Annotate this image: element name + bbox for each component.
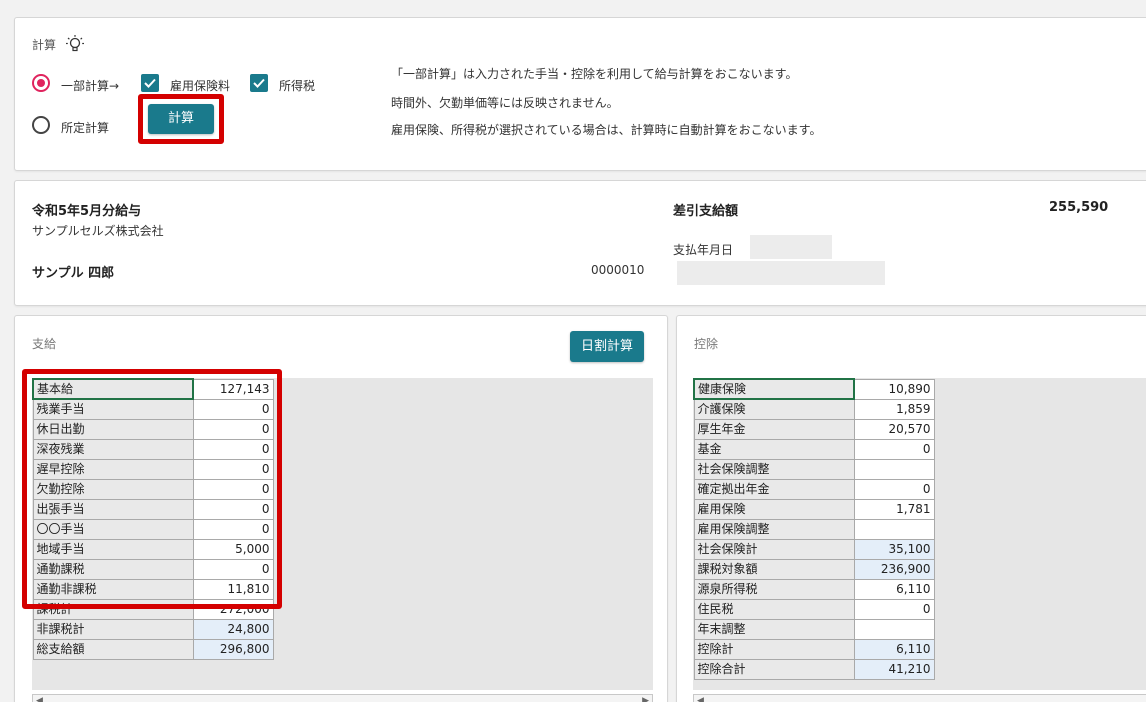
radio-fixed-label: 所定計算 (61, 121, 110, 135)
row-label[interactable]: 課税対象額 (693, 558, 855, 580)
table-row: 住民税 0 (693, 598, 935, 620)
row-label[interactable]: 雇用保険 (693, 498, 855, 520)
row-value[interactable]: 24,800 (192, 618, 274, 640)
table-row: 確定拠出年金 0 (693, 478, 935, 500)
row-value[interactable]: 296,800 (192, 638, 274, 660)
calculation-card: 計算 一部計算→ 雇用保険料 所得税 所定計算 計算 「一部計算」は入力された手… (14, 17, 1146, 171)
table-row: 介護保険 1,859 (693, 398, 935, 420)
radio-partial-label: 一部計算→ (61, 79, 120, 93)
table-row: 課税対象額 236,900 (693, 558, 935, 580)
redacted-paydate (750, 235, 832, 259)
table-row: 社会保険計 35,100 (693, 538, 935, 560)
row-value[interactable] (853, 518, 935, 540)
info-line-3: 雇用保険、所得税が選択されている場合は、計算時に自動計算をおこないます。 (391, 123, 822, 137)
row-label[interactable]: 確定拠出年金 (693, 478, 855, 500)
prorate-calc-button[interactable]: 日割計算 (570, 331, 644, 362)
table-row: 雇用保険調整 (693, 518, 935, 540)
employee-name: サンプル 四郎 (32, 266, 115, 281)
row-label[interactable]: 源泉所得税 (693, 578, 855, 600)
company-name: サンプルセルズ株式会社 (32, 224, 164, 238)
row-value[interactable]: 1,781 (853, 498, 935, 520)
checkbox-income-tax-label: 所得税 (279, 79, 316, 93)
paydate-label: 支払年月日 (673, 243, 734, 257)
table-row: 控除計 6,110 (693, 638, 935, 660)
check-icon (144, 78, 156, 88)
checkbox-income-tax[interactable] (250, 74, 268, 92)
row-value[interactable]: 20,570 (853, 418, 935, 440)
table-row: 基金 0 (693, 438, 935, 460)
calc-title: 計算 (32, 38, 57, 52)
row-value[interactable] (853, 458, 935, 480)
row-value[interactable]: 6,110 (853, 578, 935, 600)
net-pay-label: 差引支給額 (673, 204, 739, 219)
row-label[interactable]: 基金 (693, 438, 855, 460)
table-row: 年末調整 (693, 618, 935, 640)
row-label[interactable]: 総支給額 (32, 638, 194, 660)
row-label[interactable]: 控除合計 (693, 658, 855, 680)
payment-items-highlight (22, 369, 282, 609)
row-value[interactable]: 0 (853, 598, 935, 620)
table-row: 健康保険 10,890 (693, 378, 935, 400)
row-label[interactable]: 雇用保険調整 (693, 518, 855, 540)
check-icon (253, 78, 265, 88)
row-label[interactable]: 社会保険計 (693, 538, 855, 560)
row-label[interactable]: 住民税 (693, 598, 855, 620)
row-value[interactable]: 0 (853, 478, 935, 500)
employee-code: 0000010 (591, 263, 645, 277)
table-row: 源泉所得税 6,110 (693, 578, 935, 600)
row-value[interactable]: 10,890 (853, 378, 935, 400)
table-row: 総支給額 296,800 (32, 638, 274, 660)
table-row: 控除合計 41,210 (693, 658, 935, 680)
scroll-left-icon[interactable]: ◀ (36, 696, 43, 702)
payment-horizontal-scrollbar[interactable]: ◀ ▶ (32, 694, 653, 702)
row-label[interactable]: 介護保険 (693, 398, 855, 420)
payment-panel: 支給 日割計算 基本給 127,143 残業手当 0 休日出勤 0 深夜残業 0 遅早控除 0 欠勤… (14, 315, 668, 702)
radio-fixed-calc[interactable] (32, 116, 50, 134)
table-row: 非課税計 24,800 (32, 618, 274, 640)
row-value[interactable]: 6,110 (853, 638, 935, 660)
row-label[interactable]: 健康保険 (693, 378, 855, 400)
table-row: 厚生年金 20,570 (693, 418, 935, 440)
deduction-panel: 控除 健康保険 10,890 介護保険 1,859 厚生年金 20,570 基金 0 社会保険調… (676, 315, 1146, 702)
table-row: 雇用保険 1,781 (693, 498, 935, 520)
checkbox-employment-insurance-label: 雇用保険料 (170, 79, 231, 93)
lightbulb-icon[interactable] (65, 34, 85, 54)
row-value[interactable]: 35,100 (853, 538, 935, 560)
radio-partial-calc[interactable] (32, 74, 50, 92)
row-label[interactable]: 年末調整 (693, 618, 855, 640)
payslip-header-card: 令和5年5月分給与 サンプルセルズ株式会社 サンプル 四郎 0000010 差引… (14, 180, 1146, 306)
payment-panel-title: 支給 (32, 337, 57, 351)
net-pay-value: 255,590 (1049, 200, 1109, 215)
deduction-panel-title: 控除 (694, 337, 719, 351)
row-value[interactable]: 1,859 (853, 398, 935, 420)
info-line-1: 「一部計算」は入力された手当・控除を利用して給与計算をおこないます。 (391, 67, 798, 81)
row-value[interactable]: 236,900 (853, 558, 935, 580)
row-label[interactable]: 厚生年金 (693, 418, 855, 440)
deduction-table[interactable]: 健康保険 10,890 介護保険 1,859 厚生年金 20,570 基金 0 社会保険調整 確定… (693, 378, 935, 680)
calc-button[interactable]: 計算 (148, 104, 214, 134)
scroll-left-icon[interactable]: ◀ (697, 696, 704, 702)
row-label[interactable]: 控除計 (693, 638, 855, 660)
row-value[interactable]: 0 (853, 438, 935, 460)
deduction-horizontal-scrollbar[interactable]: ◀ (693, 694, 1146, 702)
checkbox-employment-insurance[interactable] (141, 74, 159, 92)
scroll-right-icon[interactable]: ▶ (642, 696, 649, 702)
row-value[interactable]: 41,210 (853, 658, 935, 680)
row-value[interactable] (853, 618, 935, 640)
info-line-2: 時間外、欠勤単価等には反映されません。 (391, 96, 619, 110)
pay-period-title: 令和5年5月分給与 (32, 204, 142, 219)
redacted-info (677, 261, 885, 285)
row-label[interactable]: 非課税計 (32, 618, 194, 640)
row-label[interactable]: 社会保険調整 (693, 458, 855, 480)
table-row: 社会保険調整 (693, 458, 935, 480)
